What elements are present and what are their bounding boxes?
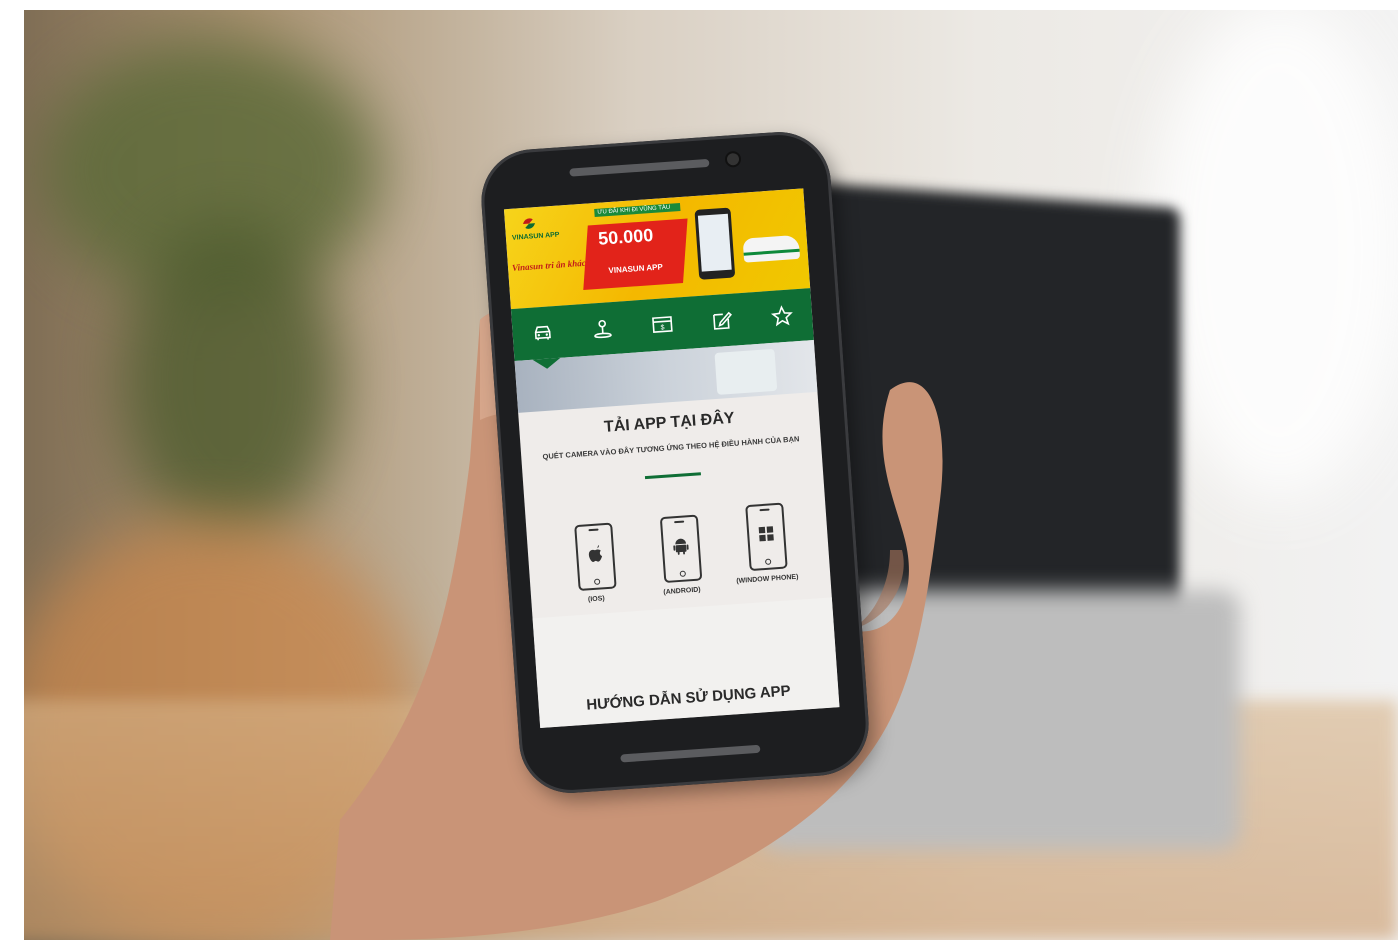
background-photo: VINASUN APP Vinasun tri ân khách hàng ƯU… [0, 0, 1398, 940]
download-windows-phone[interactable]: (WINDOW PHONE) [727, 502, 805, 617]
blurred-plant-stem [120, 220, 340, 540]
phone-body: VINASUN APP Vinasun tri ân khách hàng ƯU… [477, 128, 873, 797]
promo-car-image [742, 234, 801, 263]
svg-text:$: $ [660, 324, 664, 331]
nav-indicator [532, 357, 562, 370]
front-camera [726, 152, 740, 166]
platform-label: (ANDROID) [663, 586, 701, 597]
taxi-icon[interactable] [528, 318, 558, 348]
frame-border-top [0, 0, 1398, 10]
promo-caption: ƯU ĐÃI KHI ĐI VŨNG TÀU [594, 203, 681, 218]
vinasun-logo: VINASUN APP [511, 213, 569, 251]
promo-amount: 50.000 [597, 224, 654, 249]
promo-phone-screen [697, 213, 732, 272]
android-icon [671, 535, 690, 556]
speaker-grille-bottom [620, 744, 761, 763]
promo-phone-image [694, 207, 736, 280]
window-light [1150, 0, 1398, 500]
windows-icon [757, 523, 776, 544]
platform-label: (WINDOW PHONE) [736, 573, 799, 586]
speaker-grille-top [569, 158, 710, 177]
phone-screen: VINASUN APP Vinasun tri ân khách hàng ƯU… [503, 188, 840, 729]
phone-device: VINASUN APP Vinasun tri ân khách hàng ƯU… [477, 128, 873, 797]
logo-text: VINASUN APP [511, 231, 560, 242]
phone-outline-icon [659, 514, 703, 584]
hero-map-image [714, 348, 778, 395]
phone-outline-icon [574, 522, 617, 592]
apple-icon [586, 543, 605, 564]
edit-icon[interactable] [707, 305, 737, 335]
vinasun-logo-icon [523, 218, 536, 229]
car-stripe [743, 248, 800, 256]
location-icon[interactable] [588, 314, 618, 344]
price-icon[interactable]: $ [647, 310, 677, 340]
platform-label: (IOS) [587, 595, 605, 604]
star-icon[interactable] [767, 301, 797, 331]
title-underline [644, 472, 701, 480]
frame-border-left [0, 0, 24, 940]
phone-outline-icon [745, 502, 788, 572]
